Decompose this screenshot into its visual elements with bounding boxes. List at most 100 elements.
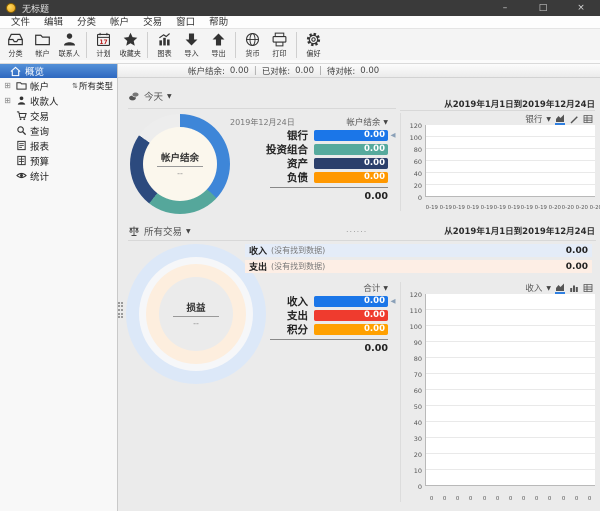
splitter-handle[interactable] (118, 302, 123, 318)
x-tick-label: 0 (570, 495, 582, 501)
pending-label: 待对帐: (327, 65, 355, 77)
sidebar-item-accounts[interactable]: ⊞ 帐户 ⇅ 所有类型 (0, 78, 117, 93)
summary-row-income: 收入 0.00 ◀ (230, 294, 398, 308)
today-section-header[interactable]: 今天 ▼ (128, 89, 172, 103)
toolbar-categories-button[interactable]: 分类 (2, 31, 29, 59)
y-tick-label: 0 (403, 479, 422, 495)
menu-edit[interactable]: 编辑 (37, 16, 70, 29)
y-tick-label: 60 (403, 156, 422, 168)
table-view-icon[interactable] (583, 114, 593, 124)
transactions-section-header[interactable]: 所有交易 ▼ (128, 224, 191, 238)
income-value-bar: 0.00 (314, 296, 388, 307)
sidebar-item-label: 统计 (30, 169, 49, 183)
toolbar-import-button[interactable]: 导入 (178, 31, 205, 59)
sidebar: 概览 ⊞ 帐户 ⇅ 所有类型 ⊞ 收款人 交易 (0, 64, 118, 511)
minimize-button[interactable]: – (486, 0, 524, 16)
toolbar-accounts-button[interactable]: 帐户 (29, 31, 56, 59)
maximize-button[interactable]: □ (524, 0, 562, 16)
y-axis-labels: 1201101009080706050403020100 (403, 287, 425, 495)
chart-series-dropdown[interactable]: 银行 (525, 113, 542, 125)
scales-icon (128, 225, 140, 237)
expander-icon[interactable]: ⊞ (3, 96, 12, 105)
star-icon (122, 31, 139, 48)
total-divider (270, 187, 388, 188)
area-chart-icon[interactable] (555, 113, 565, 125)
balance-value: 0.00 (230, 66, 249, 76)
toolbar-contacts-button[interactable]: 联系人 (56, 31, 83, 59)
summary-type-dropdown[interactable]: 帐户结余 ▼ (346, 116, 388, 128)
expense-value-bar: 0.00 (314, 310, 388, 321)
y-tick-label: 50 (403, 399, 422, 415)
toolbar-charts-button[interactable]: 图表 (151, 31, 178, 59)
toolbar-print-button[interactable]: 打印 (266, 31, 293, 59)
title-bar: 无标题 – □ × (0, 0, 600, 16)
overview-dashboard: 今天 ▼ 从2019年1月1日到2019年12月24日 帐户结余 -- (118, 78, 600, 511)
sidebar-item-budget[interactable]: 预算 (0, 153, 117, 168)
area-chart-icon[interactable] (555, 282, 565, 294)
divider (128, 240, 596, 241)
menu-window[interactable]: 窗口 (169, 16, 202, 29)
summary-date: 2019年12月24日 (230, 117, 346, 128)
menu-accounts[interactable]: 帐户 (103, 16, 136, 29)
toolbar-currency-button[interactable]: 货币 (239, 31, 266, 59)
menu-bar: 文件 编辑 分类 帐户 交易 窗口 帮助 (0, 16, 600, 29)
divider (400, 110, 595, 111)
menu-file[interactable]: 文件 (4, 16, 37, 29)
sidebar-item-payees[interactable]: ⊞ 收款人 (0, 93, 117, 108)
y-tick-label: 40 (403, 168, 422, 180)
x-tick-label: 0 (557, 495, 569, 501)
calendar-icon: 17 (95, 31, 112, 48)
expander-icon[interactable]: ⊞ (3, 81, 12, 90)
total-divider (270, 339, 388, 340)
close-button[interactable]: × (562, 0, 600, 16)
menu-help[interactable]: 帮助 (202, 16, 235, 29)
menu-categories[interactable]: 分类 (70, 16, 103, 29)
toolbar-preferences-button[interactable]: 偏好 (300, 31, 327, 59)
expense-row: 支出 (没有找到数据) 0.00 (245, 260, 592, 273)
toolbar-schedule-button[interactable]: 17 计划 (90, 31, 117, 59)
chart-plot-area (425, 125, 595, 197)
y-tick-label: 100 (403, 319, 422, 335)
chart-plot-area (425, 294, 595, 486)
chevron-down-icon: ▼ (546, 285, 551, 292)
sidebar-item-statistics[interactable]: 统计 (0, 168, 117, 183)
summary-row-assets: 资产 0.00 (230, 156, 398, 170)
x-tick-label: 0-19 (494, 204, 506, 210)
menu-transactions[interactable]: 交易 (136, 16, 169, 29)
sidebar-item-label: 交易 (30, 109, 49, 123)
line-chart-icon[interactable] (569, 114, 579, 124)
account-type-filter[interactable]: ⇅ 所有类型 (72, 80, 113, 92)
sidebar-item-label: 收款人 (30, 94, 59, 108)
x-tick-label: 0-19 (453, 204, 465, 210)
arrow-down-icon (183, 31, 200, 48)
donut-label: 损益 (186, 300, 205, 314)
y-tick-label: 120 (403, 287, 422, 303)
sidebar-item-overview[interactable]: 概览 (0, 64, 117, 78)
y-axis-labels: 120100806040200 (403, 120, 425, 204)
totals-type-dropdown[interactable]: 合计 ▼ (363, 282, 388, 294)
x-tick-label: 0 (478, 495, 490, 501)
sidebar-item-search[interactable]: 查询 (0, 123, 117, 138)
y-tick-label: 30 (403, 431, 422, 447)
account-balance-donut-chart: 帐户结余 -- (130, 114, 230, 214)
toolbar-separator (147, 32, 148, 58)
folder-icon (16, 80, 27, 91)
balance-summary: 2019年12月24日 帐户结余 ▼ 银行 0.00 ◀ 投资组合 0.00 (230, 116, 398, 202)
x-tick-label: 0-19 (467, 204, 479, 210)
bank-value-bar: 0.00 (314, 130, 388, 141)
sidebar-item-transactions[interactable]: 交易 (0, 108, 117, 123)
app-coin-icon (6, 3, 16, 13)
sidebar-item-label: 预算 (30, 154, 49, 168)
chart-series-dropdown[interactable]: 收入 (525, 282, 542, 294)
updown-arrows-icon: ⇅ (72, 82, 78, 90)
toolbar-export-button[interactable]: 导出 (205, 31, 232, 59)
toolbar-favorites-button[interactable]: 收藏夹 (117, 31, 144, 59)
y-tick-label: 70 (403, 367, 422, 383)
search-icon (16, 125, 27, 136)
table-view-icon[interactable] (583, 283, 593, 293)
globe-icon (244, 31, 261, 48)
x-tick-label: 0-20 (562, 204, 574, 210)
bar-chart-icon[interactable] (569, 283, 579, 293)
window-controls: – □ × (486, 0, 600, 16)
sidebar-item-reports[interactable]: 报表 (0, 138, 117, 153)
